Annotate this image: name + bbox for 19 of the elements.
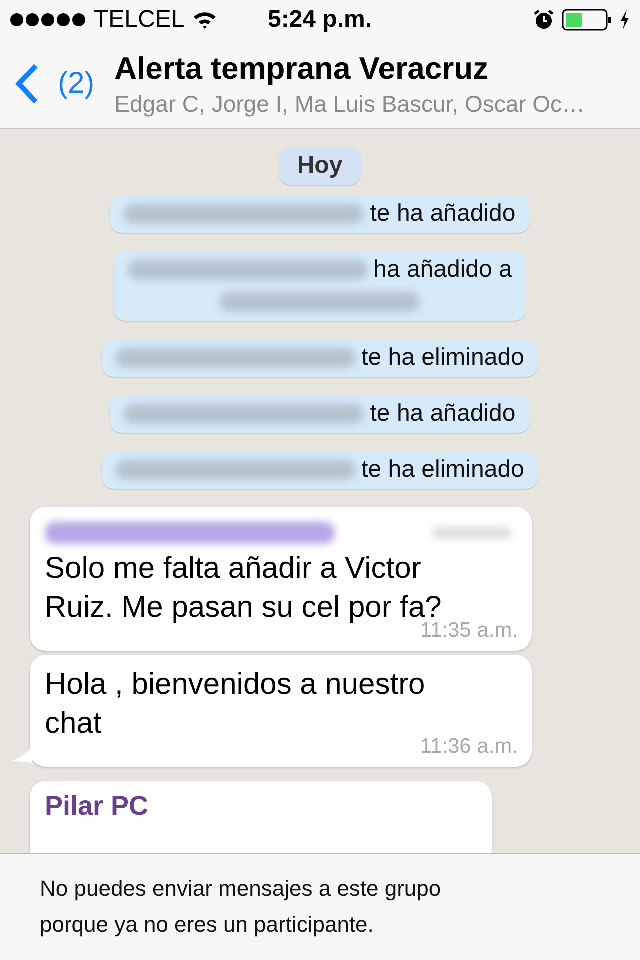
- group-title[interactable]: Alerta temprana Veracruz: [114, 50, 586, 86]
- clock-time: 5:24 p.m.: [266, 6, 374, 34]
- date-label: Hoy: [279, 147, 361, 185]
- wifi-icon: [192, 11, 217, 29]
- system-notice: ha añadido a: [114, 251, 526, 321]
- system-notice: te ha eliminado: [102, 451, 538, 489]
- member-list[interactable]: Edgar C, Jorge I, Ma Luis Bascur, Oscar Oc…: [114, 90, 586, 118]
- system-notice: te ha añadido: [110, 195, 530, 233]
- signal-icon: [10, 13, 86, 27]
- charging-icon: [620, 10, 630, 30]
- carrier-name: TELCEL: [94, 6, 185, 34]
- system-notice: te ha añadido: [110, 395, 530, 433]
- sender-name: Pilar PC: [45, 791, 150, 822]
- back-chevron-icon: [14, 63, 40, 105]
- back-button[interactable]: (2): [14, 63, 95, 105]
- alarm-icon: [534, 10, 554, 30]
- notice-text: No puedes enviar mensajes a este grupo porque ya no eres un participante.: [40, 875, 442, 939]
- battery-icon: [562, 9, 612, 31]
- system-notice: te ha eliminado: [102, 339, 538, 377]
